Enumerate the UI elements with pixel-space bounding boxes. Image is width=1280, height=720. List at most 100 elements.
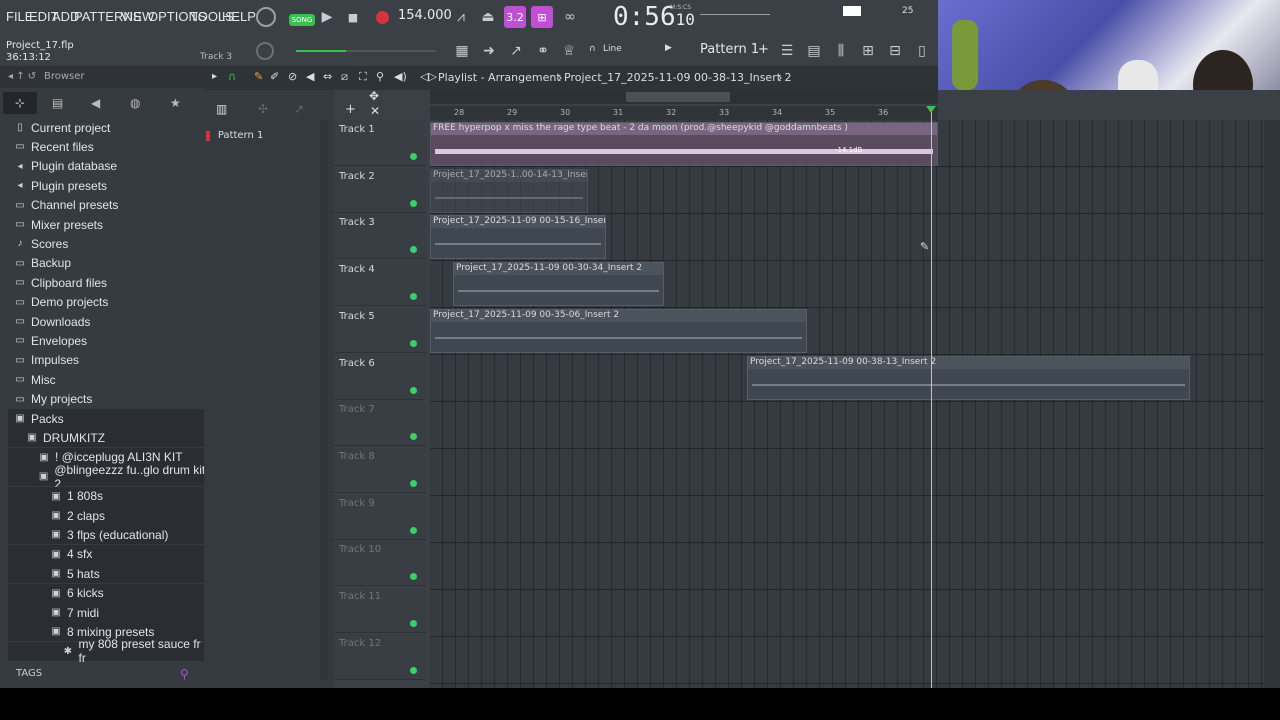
browser-item[interactable]: ▣ DRUMKITZ (8, 428, 204, 448)
close-icon[interactable]: ✕ (370, 104, 380, 118)
select-tool-icon[interactable]: ⛶ (359, 70, 367, 84)
track-mute-led-icon[interactable] (410, 153, 417, 160)
master-pitch-slider[interactable] (296, 50, 436, 52)
browser-item[interactable]: ▭ Downloads (8, 312, 204, 331)
browser-item[interactable]: ▭ Envelopes (8, 331, 204, 350)
track-header[interactable]: Track 5 (334, 306, 426, 353)
browser-item[interactable]: ▭ Mixer presets (8, 215, 204, 234)
piano-icon[interactable]: ▦ (451, 40, 473, 62)
track-header[interactable]: Track 11 (334, 587, 426, 633)
metronome-icon[interactable]: ⩘ (450, 6, 472, 28)
browser-item[interactable]: ✱ my 808 preset sauce fr fr (8, 637, 204, 665)
tempo-display[interactable]: 154.000 (398, 8, 452, 28)
track-header[interactable]: Track 4 (334, 260, 426, 307)
browser-item[interactable]: ▣ @blingeezzz fu..glo drum kit 2 (8, 463, 204, 491)
audio-clip[interactable]: Project_17_2025-11-09 00-35-06_Insert 2 (430, 309, 807, 353)
link-icon[interactable]: ⚭ (532, 40, 554, 62)
record-icon[interactable] (376, 11, 389, 24)
project-info-icon[interactable]: ▯ (911, 40, 933, 62)
stamp-icon[interactable]: ♕ (558, 40, 580, 62)
browser-item[interactable]: ▣ 2 claps (8, 506, 204, 525)
piano-roll-icon[interactable]: ▥ (216, 102, 227, 116)
timeline-ruler[interactable]: 28 29 30 31 32 33 34 35 36 (430, 106, 938, 120)
browser-item[interactable]: ▭ Recent files (8, 137, 204, 156)
song-mode-toggle[interactable]: SONG (289, 14, 315, 26)
browser-item[interactable]: ▣ 4 sfx (8, 544, 204, 564)
playlist-menu-arrow-icon[interactable]: ▸ (212, 71, 217, 82)
audio-clip[interactable]: Project_17_2025-11-09 00-15-16_Insert 2 (430, 215, 606, 259)
browser-item[interactable]: ▭ Demo projects (8, 293, 204, 312)
delete-tool-icon[interactable]: ⊘ (288, 70, 297, 83)
browser-nav-icons[interactable]: ◂ ↑ ↺ (8, 71, 36, 82)
browser-item[interactable]: ▣ 5 hats (8, 564, 204, 584)
add-pattern-button[interactable]: + (758, 42, 769, 57)
playhead-marker-icon[interactable] (926, 106, 936, 113)
play-icon[interactable]: ▶ (316, 6, 338, 28)
menu-help[interactable]: HELP (222, 9, 256, 24)
track-header[interactable]: Track 10 (334, 540, 426, 587)
track-header[interactable]: Track 1 (334, 120, 426, 166)
track-mute-led-icon[interactable] (410, 293, 417, 301)
browser-toggle-icon[interactable]: ⊟ (884, 40, 906, 62)
browser-item[interactable]: ▣ 6 kicks (8, 583, 204, 603)
channel-rack-icon[interactable]: ▤ (803, 40, 825, 62)
loop-record-icon[interactable]: ∞ (559, 6, 581, 28)
browser-item[interactable]: ▭ My projects (8, 390, 204, 409)
pattern-selector[interactable]: Pattern 1 (700, 42, 759, 57)
track-mute-led-icon[interactable] (410, 246, 417, 254)
pattern-play-icon[interactable]: ▶ (665, 43, 672, 53)
browser-item[interactable]: ▭ Backup (8, 254, 204, 273)
browser-all-tab[interactable]: ⊹ (3, 92, 37, 114)
browser-files-icon[interactable]: ▤ (52, 96, 63, 110)
track-mute-led-icon[interactable] (410, 479, 417, 487)
browser-item[interactable]: ▣ 7 midi (8, 603, 204, 622)
stop-icon[interactable]: ■ (342, 6, 364, 28)
track-header[interactable]: Track 12 (334, 633, 426, 680)
automation-icon[interactable]: ↗ (294, 102, 304, 116)
magnet-snap-icon[interactable]: ∩ (228, 70, 236, 83)
vertical-scrollbar[interactable] (1264, 120, 1280, 688)
track-header[interactable]: Track 9 (334, 493, 426, 540)
track-mute-led-icon[interactable] (410, 526, 417, 534)
pencil-tool-icon[interactable]: ✎ (254, 70, 263, 83)
playlist-icon[interactable]: ☰ (776, 40, 798, 62)
track-header[interactable]: Track 3 (334, 213, 426, 260)
track-mute-led-icon[interactable] (410, 620, 417, 627)
snap-select[interactable]: Line (603, 44, 622, 54)
draw-icon[interactable]: ↗ (505, 40, 527, 62)
browser-item[interactable]: ◂ Plugin presets (8, 176, 204, 195)
browser-item[interactable]: ▭ Impulses (8, 351, 204, 370)
playhead[interactable] (931, 106, 932, 688)
mixer-icon[interactable]: ⫼ (830, 40, 852, 62)
master-volume-knob[interactable] (256, 7, 276, 27)
track-header[interactable]: Track 2 (334, 166, 426, 213)
browser-item[interactable]: ▭ Channel presets (8, 196, 204, 215)
track-mute-led-icon[interactable] (410, 339, 417, 347)
step-edit-icon[interactable]: ⊞ (531, 6, 553, 28)
browser-item[interactable]: ◂ Plugin database (8, 157, 204, 176)
slice-tool-icon[interactable]: ⧄ (341, 70, 348, 84)
track-mute-led-icon[interactable] (410, 666, 417, 674)
move-tracks-icon[interactable]: ✥ (369, 89, 379, 103)
track-header[interactable]: Track 7 (334, 400, 426, 447)
track-header[interactable]: Track 6 (334, 353, 426, 400)
audio-clip[interactable]: Project_17_2025-11-09 00-30-34_Insert 2 (453, 262, 664, 306)
browser-item[interactable]: ▯ Current project (8, 118, 204, 137)
browser-plugins-icon[interactable]: ◀ (91, 96, 100, 110)
audio-clip-icon[interactable]: ✣ (258, 102, 268, 116)
paint-tool-icon[interactable]: ✐ (270, 70, 279, 83)
track-header[interactable]: Track 8 (334, 446, 426, 493)
pattern-list-item[interactable]: Pattern 1 (206, 128, 318, 142)
collapse-icon[interactable]: ◁▷ (420, 70, 437, 83)
track-mute-led-icon[interactable] (410, 433, 417, 441)
pattern-scrollbar[interactable] (320, 120, 328, 680)
plugin-picker-icon[interactable]: ⊞ (857, 40, 879, 62)
magnet-icon[interactable]: ∩ (589, 44, 596, 54)
track-mute-led-icon[interactable] (410, 199, 417, 207)
browser-item[interactable]: ♪ Scores (8, 234, 204, 253)
zoom-tool-icon[interactable]: ⚲ (376, 70, 384, 83)
browser-item[interactable]: ▣ 3 flps (educational) (8, 525, 204, 545)
browser-item[interactable]: ▣ Packs (8, 409, 204, 428)
slip-tool-icon[interactable]: ⇔ (323, 70, 332, 83)
audio-clip[interactable]: Project_17_2025-1..00-14-13_Insert 2 (430, 169, 588, 213)
